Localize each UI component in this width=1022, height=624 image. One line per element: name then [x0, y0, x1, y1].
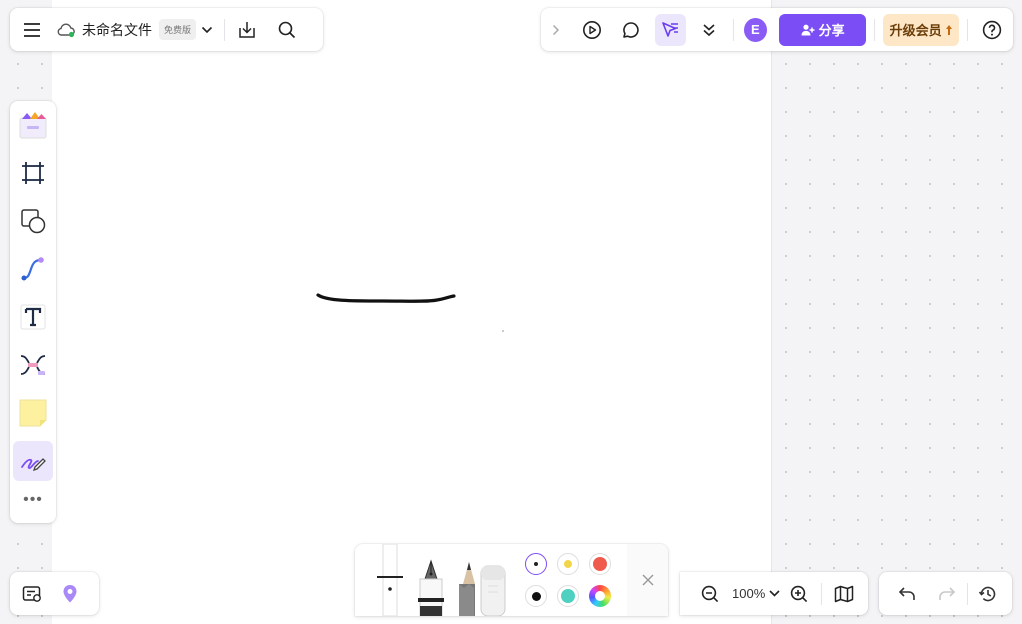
- divider: [732, 18, 734, 41]
- pen-picker: [355, 544, 507, 616]
- tool-sticky-note[interactable]: [13, 393, 53, 433]
- sticky-note-icon: [19, 399, 47, 427]
- undo-icon[interactable]: [891, 578, 923, 610]
- arrow-up-icon: [945, 24, 953, 36]
- upgrade-button[interactable]: 升级会员: [883, 13, 959, 46]
- chevron-down-icon[interactable]: [765, 578, 783, 610]
- pen-icon: [21, 458, 46, 472]
- divider: [874, 18, 876, 41]
- cursor-dot: [502, 330, 504, 332]
- history-icon[interactable]: [972, 578, 1004, 610]
- zoom-bar: 100%: [680, 572, 868, 615]
- frame-icon: [22, 162, 44, 184]
- share-button[interactable]: 分享: [778, 13, 867, 46]
- color-swatch-yellow[interactable]: [557, 553, 579, 575]
- file-header: 未命名文件 免费版: [10, 8, 323, 51]
- plan-badge[interactable]: 免费版: [159, 19, 197, 40]
- tool-connector[interactable]: [13, 249, 53, 289]
- search-icon[interactable]: [271, 14, 303, 46]
- download-icon[interactable]: [231, 14, 263, 46]
- chevrons-down-icon[interactable]: [694, 14, 725, 46]
- avatar[interactable]: E: [743, 17, 767, 42]
- eraser[interactable]: [480, 565, 506, 616]
- more-tools-button[interactable]: •••: [23, 491, 43, 509]
- zoom-level[interactable]: 100%: [732, 586, 765, 601]
- tool-frame[interactable]: [13, 153, 53, 193]
- zoom-in-icon[interactable]: [783, 578, 815, 610]
- chevron-right-icon[interactable]: [547, 14, 564, 46]
- close-pen-toolbar-button[interactable]: [627, 544, 668, 616]
- marker-pen[interactable]: [377, 544, 403, 616]
- file-name[interactable]: 未命名文件: [82, 20, 152, 40]
- close-icon: [642, 574, 653, 586]
- divider: [967, 18, 968, 41]
- hamburger-icon[interactable]: [16, 14, 48, 46]
- chevron-down-icon[interactable]: [196, 14, 218, 46]
- tool-templates[interactable]: [13, 105, 53, 145]
- drawing-layer: [316, 293, 504, 332]
- divider: [821, 582, 823, 605]
- connector-icon: [21, 257, 44, 281]
- left-toolbar: •••: [10, 101, 56, 523]
- fountain-pen[interactable]: [418, 559, 444, 616]
- help-icon[interactable]: [976, 14, 1007, 46]
- divider: [224, 18, 226, 41]
- text-icon: [20, 304, 46, 330]
- comment-icon[interactable]: [616, 14, 647, 46]
- redo-icon[interactable]: [931, 578, 963, 610]
- share-label: 分享: [818, 23, 845, 38]
- color-swatch-red[interactable]: [589, 553, 611, 575]
- color-picker: [517, 544, 625, 616]
- cloud-synced-icon: [56, 22, 76, 38]
- pen-toolbar: [355, 544, 668, 616]
- tool-text[interactable]: [13, 297, 53, 337]
- color-swatch-black[interactable]: [525, 585, 547, 607]
- templates-icon: [19, 112, 47, 139]
- bottom-left-bar: [10, 572, 99, 615]
- upgrade-label: 升级会员: [889, 23, 942, 38]
- location-icon[interactable]: [54, 578, 86, 610]
- color-swatch-rainbow[interactable]: [589, 585, 611, 607]
- cursor-follow-icon[interactable]: [654, 13, 686, 46]
- shape-icon: [21, 209, 46, 234]
- ink-stroke[interactable]: [316, 293, 456, 303]
- color-swatch-teal[interactable]: [557, 585, 579, 607]
- tool-pen[interactable]: [13, 441, 53, 481]
- tool-mindmap[interactable]: [13, 345, 53, 385]
- zoom-out-icon[interactable]: [694, 578, 726, 610]
- divider: [967, 582, 968, 605]
- mindmap-icon: [20, 355, 46, 375]
- map-icon[interactable]: [828, 578, 860, 610]
- present-play-icon[interactable]: [576, 14, 607, 46]
- add-user-icon: [801, 24, 815, 36]
- canvas-page[interactable]: [52, 0, 772, 624]
- page-outline-icon[interactable]: [16, 578, 48, 610]
- history-bar: [879, 572, 1012, 615]
- tool-shape[interactable]: [13, 201, 53, 241]
- color-swatch-white[interactable]: [525, 553, 547, 575]
- top-action-bar: E 分享 升级会员: [541, 8, 1013, 51]
- pencil[interactable]: [459, 562, 475, 616]
